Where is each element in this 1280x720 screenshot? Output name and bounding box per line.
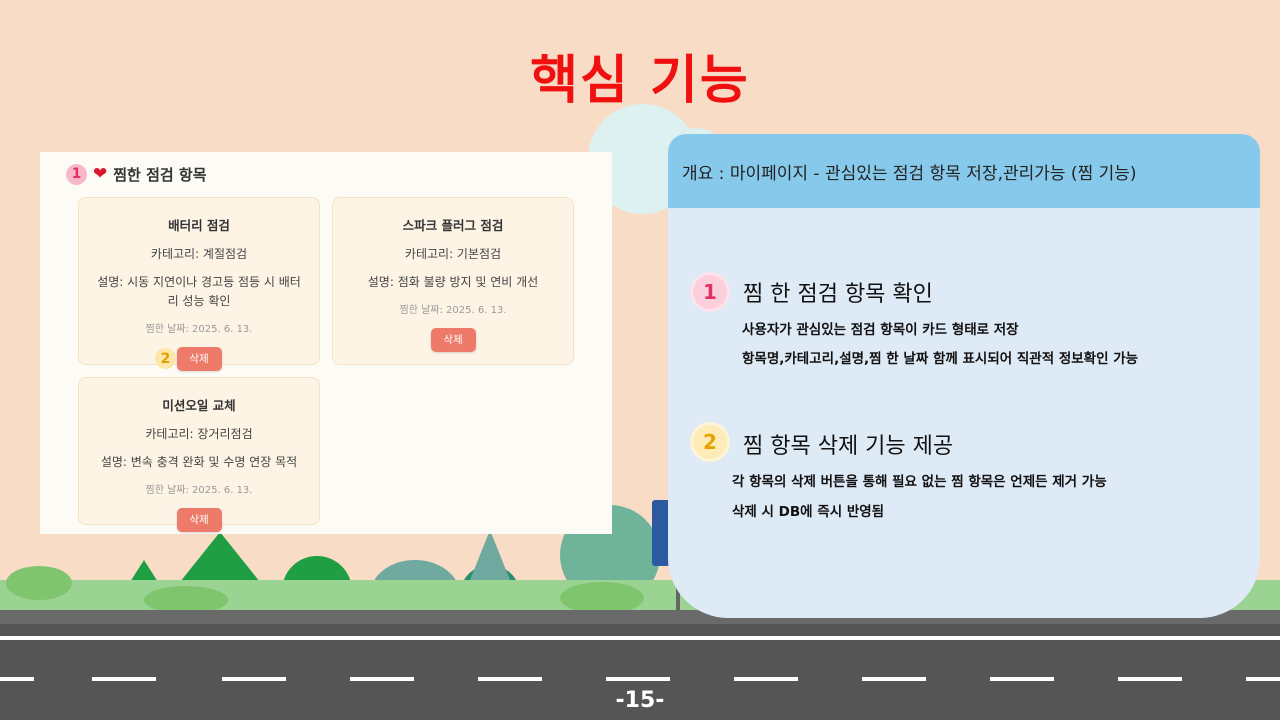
card-actions: 삭제 [79,496,319,532]
card-category: 카테고리: 계절점검 [150,247,248,261]
section-title: 찜 항목 삭제 기능 제공 [743,434,954,459]
number-badge: 1 [66,163,87,185]
bush-shape [6,566,72,600]
card-date: 찜한 날짜: 2025. 6. 13. [145,324,253,335]
road-dash [990,677,1054,681]
section-line: 각 항목의 삭제 버튼을 통해 필요 없는 찜 항목은 언제든 제거 가능 [732,474,1107,490]
info-panel: 개요 : 마이페이지 - 관심있는 점검 항목 저장,관리가능 (찜 기능) 1… [668,134,1260,618]
section-number-badge: 1 [693,275,727,309]
card-actions: 삭제 [333,316,573,352]
tree-shape [180,532,260,582]
delete-button[interactable]: 삭제 [176,347,222,371]
overview-header: 개요 : 마이페이지 - 관심있는 점검 항목 저장,관리가능 (찜 기능) [668,134,1260,208]
card-category: 카테고리: 기본점검 [404,247,502,261]
card-name: 스파크 플러그 점검 [402,218,504,233]
road-dash [350,677,414,681]
favorites-screenshot: 1 ❤ 찜한 점검 항목 배터리 점검 카테고리: 계절점검 설명: 시동 지연… [40,152,612,534]
card-date: 찜한 날짜: 2025. 6. 13. [399,305,507,316]
favorite-card: 배터리 점검 카테고리: 계절점검 설명: 시동 지연이나 경고등 점등 시 배… [78,197,320,371]
tree-shape [470,530,510,580]
section-line: 사용자가 관심있는 점검 항목이 카드 형태로 저장 [742,322,1019,338]
card-name: 미션오일 교체 [162,398,236,413]
section-number-badge: 2 [693,425,727,459]
heart-icon: ❤ [93,163,108,184]
road-dash [734,677,798,681]
road-dash [1118,677,1182,681]
card-name: 배터리 점검 [168,218,230,233]
favorites-header: 1 ❤ 찜한 점검 항목 [66,162,207,186]
road-dash [92,677,156,681]
number-badge: 2 [155,348,176,369]
card-description: 설명: 시동 지연이나 경고등 점등 시 배터리 성능 확인 [97,275,301,308]
favorites-title: 찜한 점검 항목 [113,165,207,184]
favorite-card: 스파크 플러그 점검 카테고리: 기본점검 설명: 점화 불량 방지 및 연비 … [332,197,574,365]
page-title: 핵심 기능 [530,51,750,111]
card-actions: 2 삭제 [79,335,319,371]
section-line: 삭제 시 DB에 즉시 반영됨 [732,504,885,520]
favorite-card: 미션오일 교체 카테고리: 장거리점검 설명: 변속 충격 완화 및 수명 연장… [78,377,320,532]
road-dash [1246,677,1280,681]
card-date: 찜한 날짜: 2025. 6. 13. [145,485,253,496]
page-number: -15- [615,688,665,713]
road-dash [0,677,34,681]
card-category: 카테고리: 장거리점검 [145,427,253,441]
card-description: 설명: 변속 충격 완화 및 수명 연장 목적 [100,455,298,469]
road-dash [478,677,542,681]
card-description: 설명: 점화 불량 방지 및 연비 개선 [367,275,539,289]
section-title: 찜 한 점검 항목 확인 [743,282,933,307]
tree-shape [130,560,158,582]
road-dash [862,677,926,681]
road-dash [222,677,286,681]
delete-button[interactable]: 삭제 [176,508,222,532]
section-line: 항목명,카테고리,설명,찜 한 날짜 함께 표시되어 직관적 정보확인 가능 [742,351,1139,367]
road-dash [606,677,670,681]
road-line [0,636,1280,640]
delete-button[interactable]: 삭제 [430,328,476,352]
